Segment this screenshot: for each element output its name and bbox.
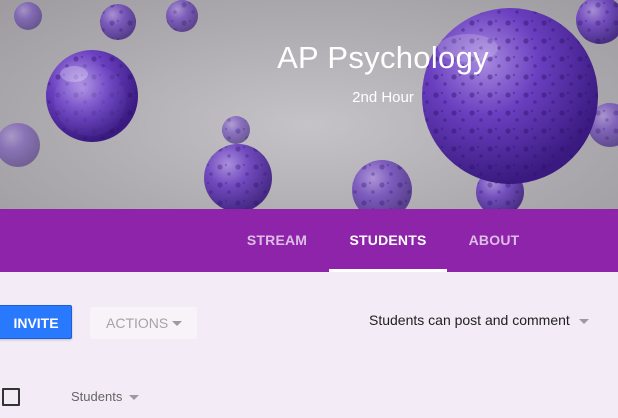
actions-dropdown-button[interactable]: ACTIONS bbox=[90, 307, 197, 339]
actions-label: ACTIONS bbox=[106, 315, 169, 331]
active-tab-indicator bbox=[329, 269, 447, 272]
caret-down-icon bbox=[129, 395, 139, 400]
class-banner: AP Psychology 2nd Hour bbox=[0, 0, 618, 209]
tab-students-label: STUDENTS bbox=[349, 232, 427, 248]
post-permission-value: Students can post and comment bbox=[369, 312, 570, 328]
tab-stream[interactable]: STREAM bbox=[234, 209, 320, 272]
class-section: 2nd Hour bbox=[352, 89, 414, 106]
class-title: AP Psychology bbox=[277, 40, 489, 75]
invite-button[interactable]: INVITE bbox=[0, 305, 72, 339]
select-all-checkbox[interactable] bbox=[2, 388, 20, 406]
students-sort-label: Students bbox=[71, 389, 123, 404]
tab-about[interactable]: ABOUT bbox=[456, 209, 532, 272]
post-permission-select[interactable]: Students can post and comment bbox=[369, 312, 589, 332]
students-sort-dropdown[interactable]: Students bbox=[71, 389, 139, 404]
tab-students[interactable]: STUDENTS bbox=[329, 209, 447, 272]
caret-down-icon bbox=[172, 321, 182, 326]
classroom-page: AP Psychology 2nd Hour STREAM STUDENTS A… bbox=[0, 0, 618, 418]
caret-down-icon bbox=[579, 319, 589, 324]
tab-bar: STREAM STUDENTS ABOUT bbox=[0, 209, 618, 272]
